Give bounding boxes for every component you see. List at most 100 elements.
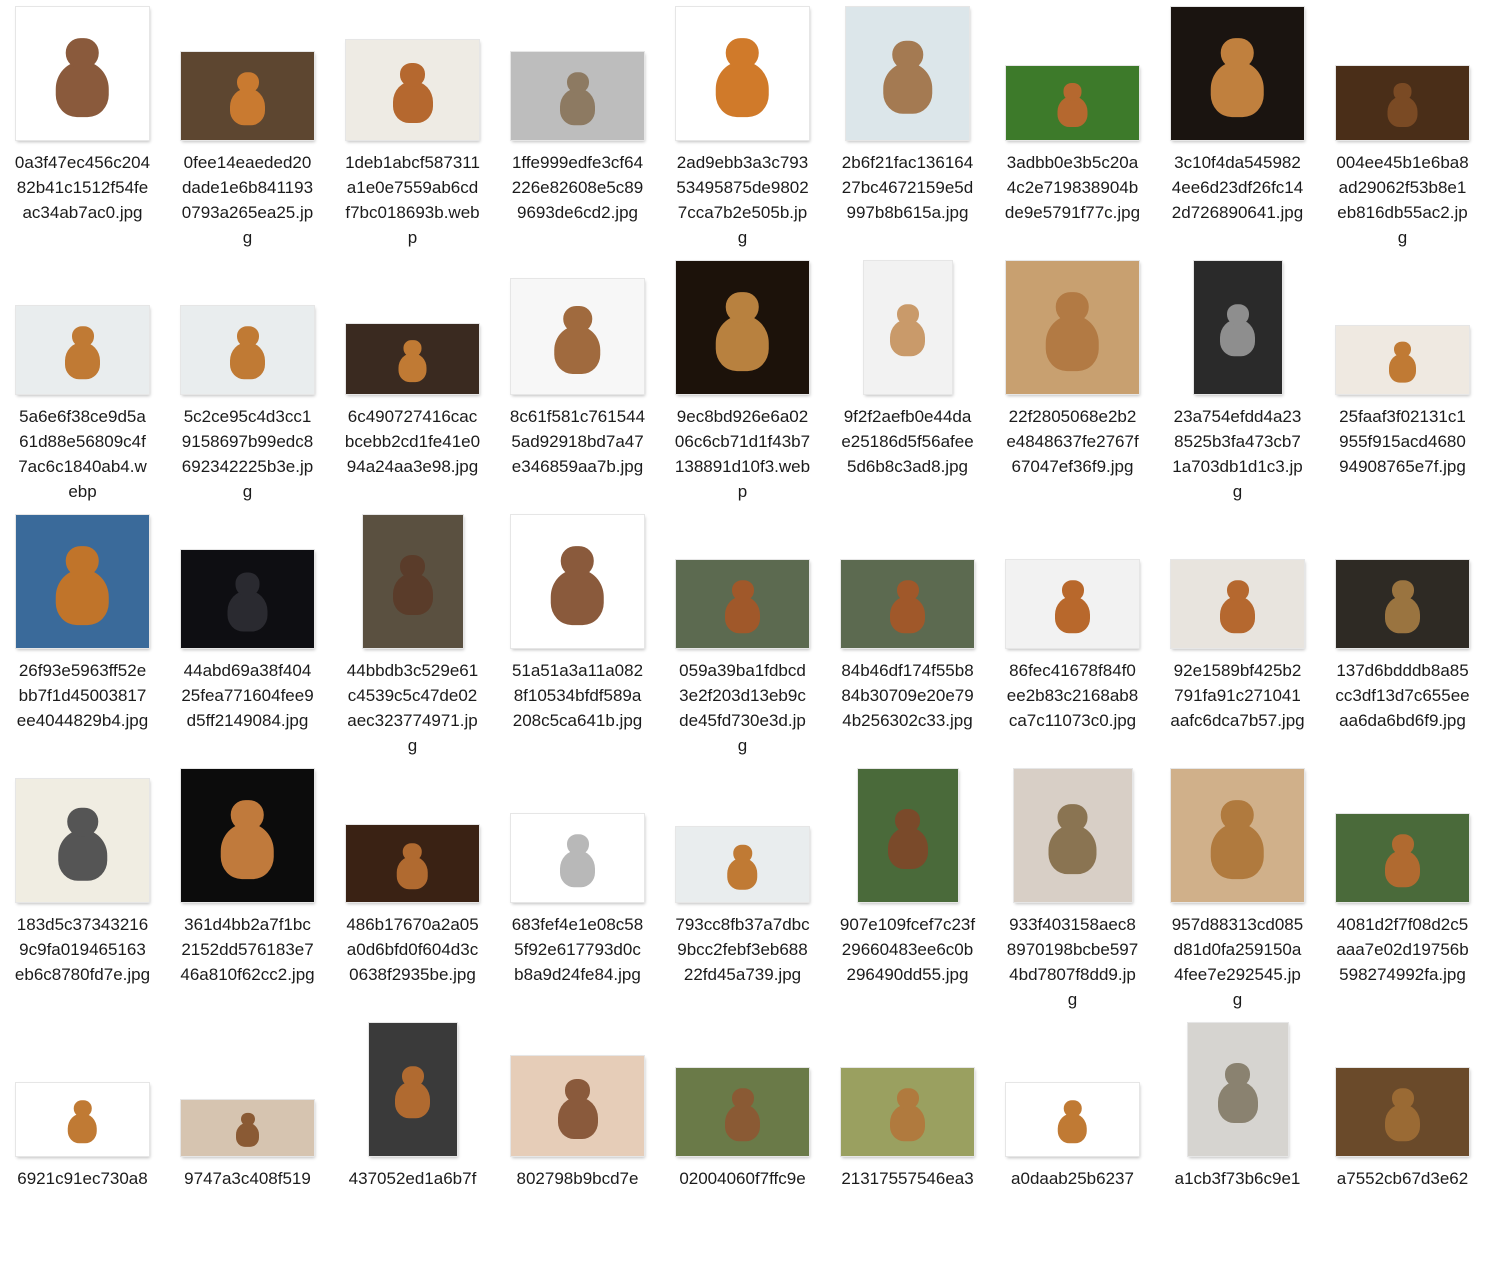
image-thumbnail[interactable] <box>1006 66 1139 140</box>
file-item[interactable]: 793cc8fb37a7dbc9bcc2febf3eb68822fd45a739… <box>660 762 825 1016</box>
file-item[interactable]: 183d5c373432169c9fa019465163eb6c8780fd7e… <box>0 762 165 1016</box>
file-item[interactable]: 26f93e5963ff52ebb7f1d45003817ee4044829b4… <box>0 508 165 762</box>
file-name-label: 2ad9ebb3a3c79353495875de98027cca7b2e505b… <box>676 153 809 247</box>
file-item[interactable]: 2b6f21fac13616427bc4672159e5d997b8b615a.… <box>825 0 990 254</box>
file-item[interactable]: 0a3f47ec456c20482b41c1512f54feac34ab7ac0… <box>0 0 165 254</box>
file-item[interactable]: 25faaf3f02131c1955f915acd468094908765e7f… <box>1320 254 1485 508</box>
file-item[interactable]: 137d6bdddb8a85cc3df13d7c655eeaa6da6bd6f9… <box>1320 508 1485 762</box>
file-item[interactable]: 0fee14eaeded20dade1e6b8411930793a265ea25… <box>165 0 330 254</box>
image-thumbnail[interactable] <box>1006 560 1139 648</box>
image-thumbnail[interactable] <box>368 1023 457 1156</box>
image-thumbnail[interactable] <box>181 1100 314 1156</box>
image-thumbnail[interactable] <box>676 827 809 902</box>
image-thumbnail[interactable] <box>841 560 974 648</box>
file-name-label: 22f2805068e2b2e4848637fe2767f67047ef36f9… <box>1006 407 1139 476</box>
image-thumbnail[interactable] <box>16 7 149 140</box>
file-item[interactable]: 9747a3c408f519 <box>165 1016 330 1270</box>
image-thumbnail[interactable] <box>1013 769 1132 902</box>
file-item[interactable]: 5c2ce95c4d3cc19158697b99edc8692342225b3e… <box>165 254 330 508</box>
cat-photo-icon <box>886 303 930 357</box>
image-thumbnail[interactable] <box>1336 66 1469 140</box>
file-item[interactable]: 51a51a3a11a0828f10534bfdf589a208c5ca641b… <box>495 508 660 762</box>
cat-photo-icon <box>1039 291 1106 372</box>
cat-photo-icon <box>709 37 776 118</box>
image-thumbnail[interactable] <box>676 1068 809 1156</box>
image-thumbnail[interactable] <box>1171 7 1304 140</box>
image-thumbnail[interactable] <box>676 7 809 140</box>
file-item[interactable]: a0daab25b6237 <box>990 1016 1155 1270</box>
file-item[interactable]: 361d4bb2a7f1bc2152dd576183e746a810f62cc2… <box>165 762 330 1016</box>
image-thumbnail[interactable] <box>1193 261 1282 394</box>
image-thumbnail[interactable] <box>857 769 958 902</box>
image-thumbnail[interactable] <box>511 52 644 140</box>
file-item[interactable]: 059a39ba1fdbcd3e2f203d13eb9cde45fd730e3d… <box>660 508 825 762</box>
file-item[interactable]: 4081d2f7f08d2c5aaa7e02d19756b598274992fa… <box>1320 762 1485 1016</box>
image-thumbnail[interactable] <box>511 515 644 648</box>
file-item[interactable]: 3adbb0e3b5c20a4c2e719838904bde9e5791f77c… <box>990 0 1155 254</box>
file-item[interactable]: 23a754efdd4a238525b3fa473cb71a703db1d1c3… <box>1155 254 1320 508</box>
image-thumbnail[interactable] <box>511 1056 644 1156</box>
file-name-label: 059a39ba1fdbcd3e2f203d13eb9cde45fd730e3d… <box>679 661 806 755</box>
image-thumbnail[interactable] <box>181 550 314 648</box>
cat-photo-icon <box>395 340 430 383</box>
file-item[interactable]: 6c490727416cacbcebb2cd1fe41e094a24aa3e98… <box>330 254 495 508</box>
file-item[interactable]: 92e1589bf425b2791fa91c271041aafc6dca7b57… <box>1155 508 1320 762</box>
cat-photo-icon <box>877 40 939 115</box>
image-thumbnail[interactable] <box>16 515 149 648</box>
file-item[interactable]: 683fef4e1e08c585f92e617793d0cb8a9d24fe84… <box>495 762 660 1016</box>
image-thumbnail[interactable] <box>676 261 809 394</box>
file-item[interactable]: 802798b9bcd7e <box>495 1016 660 1270</box>
image-thumbnail[interactable] <box>1171 769 1304 902</box>
file-item[interactable]: 957d88313cd085d81d0fa259150a4fee7e292545… <box>1155 762 1320 1016</box>
image-thumbnail[interactable] <box>181 769 314 902</box>
image-thumbnail[interactable] <box>863 261 952 394</box>
file-item[interactable]: 8c61f581c7615445ad92918bd7a47e346859aa7b… <box>495 254 660 508</box>
file-item[interactable]: 44abd69a38f40425fea771604fee9d5ff2149084… <box>165 508 330 762</box>
file-item[interactable]: 21317557546ea3 <box>825 1016 990 1270</box>
file-item[interactable]: 44bbdb3c529e61c4539c5c47de02aec323774971… <box>330 508 495 762</box>
file-item[interactable]: 6921c91ec730a8 <box>0 1016 165 1270</box>
image-thumbnail[interactable] <box>1336 560 1469 648</box>
image-thumbnail[interactable] <box>1336 814 1469 902</box>
image-thumbnail[interactable] <box>346 40 479 140</box>
image-thumbnail[interactable] <box>1336 326 1469 394</box>
file-item[interactable]: 02004060f7ffc9e <box>660 1016 825 1270</box>
file-item[interactable]: 9f2f2aefb0e44dae25186d5f56afee5d6b8c3ad8… <box>825 254 990 508</box>
image-thumbnail[interactable] <box>1187 1023 1288 1156</box>
image-thumbnail[interactable] <box>1006 1083 1139 1156</box>
image-thumbnail[interactable] <box>1336 1068 1469 1156</box>
image-thumbnail[interactable] <box>346 324 479 394</box>
file-item[interactable]: 1deb1abcf587311a1e0e7559ab6cdf7bc018693b… <box>330 0 495 254</box>
file-item[interactable]: a1cb3f73b6c9e1 <box>1155 1016 1320 1270</box>
file-item[interactable]: 004ee45b1e6ba8ad29062f53b8e1eb816db55ac2… <box>1320 0 1485 254</box>
thumbnail-frame <box>660 0 825 140</box>
file-item[interactable]: 3c10f4da5459824ee6d23df26fc142d726890641… <box>1155 0 1320 254</box>
file-item[interactable]: 2ad9ebb3a3c79353495875de98027cca7b2e505b… <box>660 0 825 254</box>
file-item[interactable]: 86fec41678f84f0ee2b83c2168ab8ca7c11073c0… <box>990 508 1155 762</box>
file-item[interactable]: 933f403158aec88970198bcbe5974bd7807f8dd9… <box>990 762 1155 1016</box>
file-item[interactable]: 22f2805068e2b2e4848637fe2767f67047ef36f9… <box>990 254 1155 508</box>
image-thumbnail[interactable] <box>346 825 479 902</box>
image-thumbnail[interactable] <box>511 814 644 902</box>
image-thumbnail[interactable] <box>16 779 149 902</box>
image-thumbnail[interactable] <box>16 1083 149 1156</box>
file-item[interactable]: 486b17670a2a05a0d6bfd0f604d3c0638f2935be… <box>330 762 495 1016</box>
file-item[interactable]: 1ffe999edfe3cf64226e82608e5c899693de6cd2… <box>495 0 660 254</box>
file-item[interactable]: 84b46df174f55b884b30709e20e794b256302c33… <box>825 508 990 762</box>
image-thumbnail[interactable] <box>511 279 644 394</box>
image-thumbnail[interactable] <box>181 306 314 394</box>
thumbnail-frame <box>495 1016 660 1156</box>
image-thumbnail[interactable] <box>16 306 149 394</box>
file-item[interactable]: 907e109fcef7c23f29660483ee6c0b296490dd55… <box>825 762 990 1016</box>
image-thumbnail[interactable] <box>181 52 314 140</box>
file-item[interactable]: 9ec8bd926e6a0206c6cb71d1f43b7138891d10f3… <box>660 254 825 508</box>
image-thumbnail[interactable] <box>362 515 463 648</box>
image-thumbnail[interactable] <box>1006 261 1139 394</box>
image-thumbnail[interactable] <box>841 1068 974 1156</box>
file-item[interactable]: 5a6e6f38ce9d5a61d88e56809c4f7ac6c1840ab4… <box>0 254 165 508</box>
file-item[interactable]: a7552cb67d3e62 <box>1320 1016 1485 1270</box>
image-thumbnail[interactable] <box>846 7 969 140</box>
file-item[interactable]: 437052ed1a6b7f <box>330 1016 495 1270</box>
image-thumbnail[interactable] <box>676 560 809 648</box>
image-thumbnail[interactable] <box>1171 560 1304 648</box>
